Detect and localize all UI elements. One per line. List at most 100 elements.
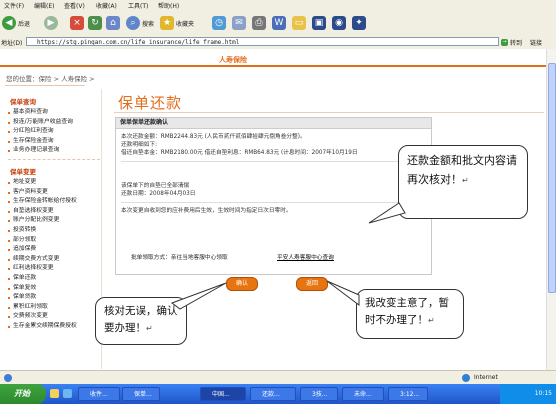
confirm-button[interactable]: 确认 bbox=[226, 277, 258, 291]
status-bar: Internet bbox=[0, 370, 556, 385]
toolbar-extra-button-3[interactable]: ✦ bbox=[352, 15, 366, 31]
taskbar-item[interactable]: 3技... bbox=[300, 387, 338, 401]
service-center-link[interactable]: 平安人寿客服中心查询 bbox=[277, 252, 334, 261]
sidebar-item[interactable]: 生存金累交续期保费授权 bbox=[8, 322, 100, 332]
refresh-button[interactable]: ↻ bbox=[88, 15, 102, 31]
taskbar-item[interactable]: 未命... bbox=[342, 387, 384, 401]
quicklaunch-icon[interactable] bbox=[63, 389, 72, 398]
back-button[interactable]: ◀ 后退 bbox=[2, 15, 30, 31]
favorites-button[interactable]: ★ 收藏夹 bbox=[160, 15, 194, 31]
links-label[interactable]: 链接 bbox=[530, 38, 542, 47]
taskbar-item[interactable]: 保单... bbox=[122, 387, 160, 401]
address-bar: 地址(D) https://stg.pingan.com.cn/life_ins… bbox=[0, 35, 556, 50]
home-icon: ⌂ bbox=[106, 16, 120, 30]
sidebar-item[interactable]: 保单贷款 bbox=[8, 293, 100, 303]
callout-verify-tail bbox=[368, 202, 406, 224]
quicklaunch-icon[interactable] bbox=[50, 389, 59, 398]
repay-detail-label: 还款明细如下: bbox=[121, 142, 158, 148]
address-label: 地址(D) bbox=[1, 40, 23, 47]
menu-help[interactable]: 帮助(H) bbox=[158, 1, 179, 10]
menu-file[interactable]: 文件(F) bbox=[4, 1, 24, 10]
sidebar-section-query: 保单查询 bbox=[10, 98, 36, 106]
page-loaded-icon bbox=[4, 374, 12, 382]
start-label: 开始 bbox=[14, 389, 30, 398]
sidebar-item[interactable]: 保单还款 bbox=[8, 274, 100, 284]
history-icon: ◷ bbox=[212, 16, 226, 30]
refresh-icon: ↻ bbox=[88, 16, 102, 30]
repay-date: 还款日期：2008年04月03日 bbox=[121, 191, 196, 197]
sidebar-divider bbox=[8, 158, 100, 166]
taskbar-item[interactable]: 3:12... bbox=[388, 387, 428, 401]
clock: 10:15 bbox=[534, 390, 552, 397]
toolbar-extra-button-1[interactable]: ▣ bbox=[312, 15, 326, 31]
sidebar-item[interactable]: 累积红利领取 bbox=[8, 303, 100, 313]
sidebar-item[interactable]: 投资转换 bbox=[8, 226, 100, 236]
messenger-icon: ◉ bbox=[332, 16, 346, 30]
back-button-page[interactable]: 返回 bbox=[296, 277, 328, 291]
sidebar-item[interactable]: 客户资料变更 bbox=[8, 188, 100, 198]
callout-cancel-text: 我改变主意了，暂时不办理了！ bbox=[365, 297, 449, 326]
edit-button[interactable]: W bbox=[272, 15, 286, 31]
stop-button[interactable]: × bbox=[70, 15, 84, 31]
search-label: 搜索 bbox=[142, 20, 155, 28]
sidebar-item[interactable]: 红利选择权变更 bbox=[8, 264, 100, 274]
sidebar-section-change: 保单变更 bbox=[10, 167, 36, 176]
forward-arrow-icon: ▶ bbox=[44, 16, 58, 30]
sidebar-item[interactable]: 业务办理记录查询 bbox=[8, 146, 100, 156]
sidebar-item[interactable]: 账户分配比例变更 bbox=[8, 216, 100, 226]
sidebar-item[interactable]: 自垫选择权变更 bbox=[8, 207, 100, 217]
callout-pilcrow: ↵ bbox=[146, 324, 153, 333]
sidebar-item[interactable]: 基本资料查询 bbox=[8, 108, 100, 118]
panel-divider bbox=[121, 161, 426, 162]
taskbar: 开始 收件... 保单... 中国... 还款... 3技... 未命... 3… bbox=[0, 384, 556, 404]
taskbar-item[interactable]: 还款... bbox=[250, 387, 296, 401]
sidebar-item[interactable]: 生存保险金查询 bbox=[8, 137, 100, 147]
breadcrumb-divider bbox=[5, 85, 85, 86]
tool-icon: ✦ bbox=[352, 16, 366, 30]
page-content: 人寿保险 您的位置：保险 > 人寿保险 > 保单查询 基本资料查询 投连/万能账… bbox=[0, 49, 546, 370]
menu-view[interactable]: 查看(V) bbox=[64, 1, 85, 10]
sidebar-item[interactable]: 分红险红利查询 bbox=[8, 127, 100, 137]
home-button[interactable]: ⌂ bbox=[106, 15, 120, 31]
sidebar-item[interactable]: 保单复效 bbox=[8, 284, 100, 294]
start-button[interactable]: 开始 bbox=[0, 384, 46, 404]
folder-icon: ▭ bbox=[292, 16, 306, 30]
stop-icon: × bbox=[70, 16, 84, 30]
menu-edit[interactable]: 编辑(E) bbox=[34, 1, 54, 10]
sidebar-item[interactable]: 投连/万能账户收益查询 bbox=[8, 118, 100, 128]
taskbar-item-active[interactable]: 中国... bbox=[200, 387, 246, 401]
history-button[interactable]: ◷ bbox=[212, 15, 226, 31]
browser-toolbar: ◀ 后退 ▶ × ↻ ⌂ ⌕ 搜索 ★ 收藏夹 ◷ ✉ ⎙ W ▭ ▣ ◉ ✦ bbox=[0, 11, 556, 36]
menu-favorites[interactable]: 收藏(A) bbox=[96, 1, 117, 10]
sidebar-item[interactable]: 续期交费方式变更 bbox=[8, 255, 100, 265]
callout-cancel-tail bbox=[326, 280, 360, 306]
taskbar-item[interactable]: 收件... bbox=[78, 387, 120, 401]
sidebar-item[interactable]: 地址变更 bbox=[8, 178, 100, 188]
cleared-notice: 该保单下的自垫已全部清偿 bbox=[121, 183, 190, 189]
nav-tab-life-insurance[interactable]: 人寿保险 bbox=[219, 55, 247, 65]
back-arrow-icon: ◀ bbox=[2, 16, 16, 30]
zone-label: Internet bbox=[474, 374, 498, 381]
menu-tools[interactable]: 工具(T) bbox=[128, 1, 148, 10]
mail-icon: ✉ bbox=[232, 16, 246, 30]
folder-button[interactable]: ▭ bbox=[292, 15, 306, 31]
vertical-scrollbar[interactable] bbox=[546, 49, 556, 370]
favorites-label: 收藏夹 bbox=[176, 20, 195, 28]
toolbar-extra-button-2[interactable]: ◉ bbox=[332, 15, 346, 31]
mail-button[interactable]: ✉ bbox=[232, 15, 246, 31]
print-button[interactable]: ⎙ bbox=[252, 15, 266, 31]
callout-cancel: 我改变主意了，暂时不办理了！↵ bbox=[356, 289, 464, 339]
address-input[interactable]: https://stg.pingan.com.cn/life_insurance… bbox=[26, 37, 499, 46]
sidebar-item[interactable]: 交费频次变更 bbox=[8, 312, 100, 322]
search-button[interactable]: ⌕ 搜索 bbox=[126, 15, 154, 31]
sidebar-item[interactable]: 部分领取 bbox=[8, 236, 100, 246]
callout-pilcrow: ↵ bbox=[428, 316, 435, 325]
forward-button[interactable]: ▶ bbox=[44, 15, 58, 31]
go-button[interactable]: → 转到 bbox=[501, 37, 522, 47]
sidebar-item[interactable]: 追加保费 bbox=[8, 245, 100, 255]
repay-amount-line: 本次还款金额：RMB2244.83元 (人民币贰仟贰佰肆拾肆元捌角叁分整)。 bbox=[121, 134, 306, 140]
scrollbar-thumb[interactable] bbox=[548, 63, 556, 293]
sidebar-item[interactable]: 生存保险金转帐给付授权 bbox=[8, 197, 100, 207]
repay-detail-line: 借还自垫本金：RMB2180.00元 借还自垫利息：RMB64.83元 (计息时… bbox=[121, 150, 358, 156]
window-icon: ▣ bbox=[312, 16, 326, 30]
